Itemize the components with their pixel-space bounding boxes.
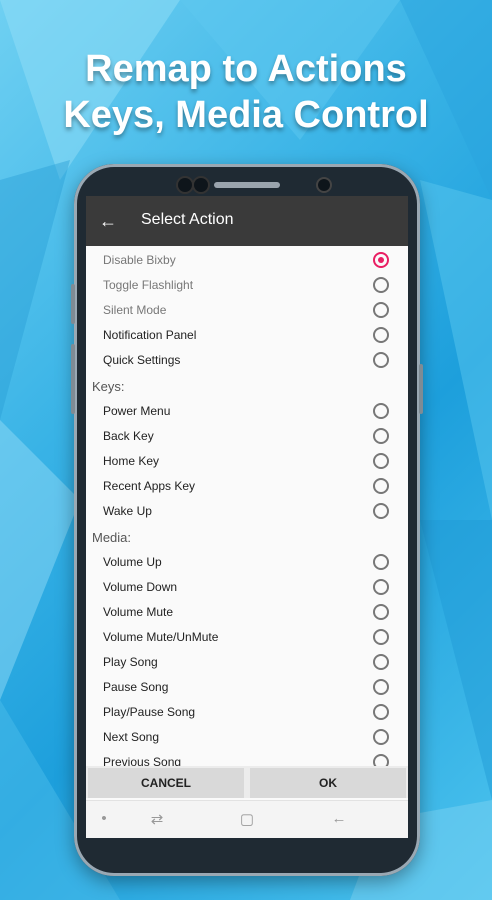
system-nav-bar: • ⇄ ▢ ←: [86, 800, 408, 838]
action-row[interactable]: Next Song: [86, 725, 408, 750]
phone-side-button: [71, 284, 75, 324]
action-row[interactable]: Pause Song: [86, 675, 408, 700]
radio-unselected-icon[interactable]: [373, 478, 389, 494]
action-row[interactable]: Volume Down: [86, 575, 408, 600]
action-row[interactable]: Volume Mute/UnMute: [86, 625, 408, 650]
action-row[interactable]: Disable Bixby: [86, 248, 408, 273]
ok-button[interactable]: OK: [250, 768, 406, 798]
recent-apps-icon[interactable]: ⇄: [147, 810, 167, 828]
radio-unselected-icon[interactable]: [373, 453, 389, 469]
action-label: Volume Up: [103, 555, 162, 569]
action-row[interactable]: Power Menu: [86, 399, 408, 424]
page-title: Select Action: [141, 211, 234, 228]
action-label: Notification Panel: [103, 328, 197, 342]
action-label: Silent Mode: [103, 303, 167, 317]
section-header: Media:: [92, 530, 132, 545]
action-row[interactable]: Volume Up: [86, 550, 408, 575]
radio-unselected-icon[interactable]: [373, 729, 389, 745]
arrow-left-icon[interactable]: ←: [96, 209, 120, 233]
back-icon[interactable]: ←: [329, 810, 349, 827]
radio-unselected-icon[interactable]: [373, 302, 389, 318]
radio-unselected-icon[interactable]: [373, 579, 389, 595]
app-screen: ← Select Action Disable Bixby Toggle Flas…: [86, 196, 408, 838]
action-label: Quick Settings: [103, 353, 181, 367]
radio-unselected-icon[interactable]: [373, 629, 389, 645]
action-label: Recent Apps Key: [103, 479, 196, 493]
radio-unselected-icon[interactable]: [373, 679, 389, 695]
action-row[interactable]: Volume Mute: [86, 600, 408, 625]
headline-line-1: Remap to Actions: [85, 48, 407, 90]
radio-unselected-icon[interactable]: [373, 428, 389, 444]
dialog-button-bar: CANCEL OK: [86, 766, 408, 798]
radio-unselected-icon[interactable]: [373, 503, 389, 519]
action-label: Home Key: [103, 454, 160, 468]
action-label: Volume Mute/UnMute: [103, 630, 219, 644]
headline-line-2: Keys, Media Control: [63, 94, 429, 136]
action-row[interactable]: Wake Up: [86, 499, 408, 524]
radio-unselected-icon[interactable]: [373, 277, 389, 293]
front-sensor-icon: [194, 178, 208, 192]
action-label: Toggle Flashlight: [103, 278, 194, 292]
action-row[interactable]: Play Song: [86, 650, 408, 675]
section-header: Keys:: [92, 379, 125, 394]
action-label: Power Menu: [103, 404, 171, 418]
action-label: Volume Mute: [103, 605, 174, 619]
dot-icon: •: [101, 810, 107, 827]
action-row[interactable]: Home Key: [86, 449, 408, 474]
action-label: Disable Bixby: [103, 253, 176, 267]
home-icon[interactable]: ▢: [237, 810, 257, 828]
radio-selected-icon[interactable]: [373, 252, 389, 268]
action-label: Play Song: [103, 655, 158, 669]
radio-unselected-icon[interactable]: [373, 554, 389, 570]
front-sensor-icon: [178, 178, 192, 192]
phone-side-button: [71, 344, 75, 414]
phone-side-button: [419, 364, 423, 414]
action-label: Play/Pause Song: [103, 705, 196, 719]
radio-unselected-icon[interactable]: [373, 403, 389, 419]
action-label: Back Key: [103, 429, 154, 443]
action-label: Wake Up: [103, 504, 152, 518]
radio-unselected-icon[interactable]: [373, 352, 389, 368]
radio-unselected-icon[interactable]: [373, 704, 389, 720]
cancel-button[interactable]: CANCEL: [88, 768, 244, 798]
action-row[interactable]: Play/Pause Song: [86, 700, 408, 725]
action-row[interactable]: Toggle Flashlight: [86, 273, 408, 298]
action-label: Volume Down: [103, 580, 178, 594]
action-row[interactable]: Back Key: [86, 424, 408, 449]
action-row[interactable]: Notification Panel: [86, 323, 408, 348]
promo-headline: Remap to Actions Keys, Media Control: [0, 46, 492, 138]
action-row[interactable]: Quick Settings: [86, 348, 408, 373]
radio-unselected-icon[interactable]: [373, 654, 389, 670]
action-label: Next Song: [103, 730, 160, 744]
radio-unselected-icon[interactable]: [373, 604, 389, 620]
action-label: Pause Song: [103, 680, 169, 694]
action-row[interactable]: Recent Apps Key: [86, 474, 408, 499]
app-bar: ← Select Action: [86, 196, 408, 246]
phone-frame: ← Select Action Disable Bixby Toggle Flas…: [71, 164, 423, 876]
radio-unselected-icon[interactable]: [373, 327, 389, 343]
action-list: Disable Bixby Toggle Flashlight Silent Mod…: [86, 246, 408, 770]
earpiece-speaker: [214, 182, 280, 188]
action-row[interactable]: Silent Mode: [86, 298, 408, 323]
front-camera-icon: [318, 179, 330, 191]
